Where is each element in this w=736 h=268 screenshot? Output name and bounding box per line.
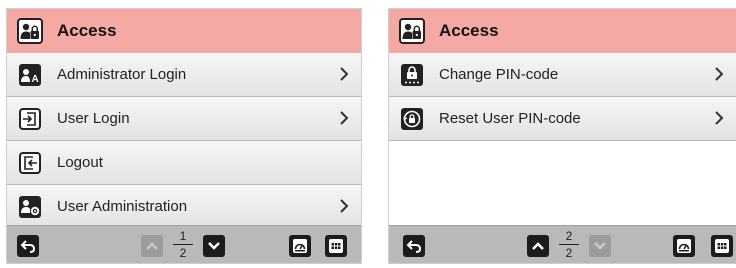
footer-bar: 2 2	[389, 225, 736, 263]
user-lock-icon	[399, 18, 425, 44]
grid-icon	[329, 239, 343, 253]
back-arrow-icon	[406, 240, 422, 253]
menu-item-label: User Administration	[57, 198, 188, 215]
menu-grid-button[interactable]	[711, 235, 733, 257]
admin-login-icon: A	[19, 63, 41, 86]
chevron-right-icon	[714, 110, 724, 131]
menu-list: A Administrator Login User Login Logout …	[7, 53, 361, 229]
chevron-up-icon	[146, 242, 158, 250]
gauge-icon	[293, 239, 307, 253]
page-current: 1	[173, 229, 193, 245]
back-button[interactable]	[17, 235, 39, 257]
login-icon	[19, 107, 41, 130]
gauge-icon	[677, 239, 691, 253]
chevron-down-icon	[594, 242, 606, 250]
menu-item-administrator-login[interactable]: A Administrator Login	[7, 53, 361, 97]
chevron-up-icon	[532, 242, 544, 250]
footer-bar: 1 2	[7, 225, 361, 263]
back-button[interactable]	[403, 235, 425, 257]
menu-item-label: Change PIN-code	[439, 66, 559, 83]
page-total: 2	[565, 246, 573, 260]
menu-item-logout[interactable]: Logout	[7, 141, 361, 185]
page-down-button[interactable]	[203, 235, 225, 257]
access-screen-page-1: Access A Administrator Login User Login …	[6, 8, 362, 264]
menu-item-reset-user-pin-code[interactable]: Reset User PIN-code	[389, 97, 736, 141]
header-bar: Access	[7, 9, 361, 53]
menu-item-label: User Login	[57, 110, 130, 127]
menu-item-label: Administrator Login	[57, 66, 187, 83]
chevron-right-icon	[339, 110, 349, 131]
chevron-right-icon	[339, 66, 349, 87]
chevron-down-icon	[208, 242, 220, 250]
page-total: 2	[179, 246, 187, 260]
header-bar: Access	[389, 9, 736, 53]
menu-grid-button[interactable]	[325, 235, 347, 257]
user-lock-icon	[17, 18, 43, 44]
chevron-right-icon	[339, 198, 349, 219]
page-title: Access	[57, 21, 117, 40]
grid-icon	[715, 239, 729, 253]
menu-item-user-administration[interactable]: User Administration	[7, 185, 361, 229]
dashboard-button[interactable]	[289, 235, 311, 257]
menu-item-user-login[interactable]: User Login	[7, 97, 361, 141]
page-indicator: 1 2	[173, 229, 193, 260]
page-indicator: 2 2	[559, 229, 579, 260]
pin-lock-icon	[401, 63, 423, 86]
page-up-button[interactable]	[527, 235, 549, 257]
chevron-right-icon	[714, 66, 724, 87]
page-current: 2	[559, 229, 579, 245]
page-down-button[interactable]	[589, 235, 611, 257]
menu-list: Change PIN-code Reset User PIN-code	[389, 53, 736, 141]
access-screen-page-2: Access Change PIN-code Reset User PIN-co…	[388, 8, 736, 264]
page-up-button[interactable]	[141, 235, 163, 257]
page-title: Access	[439, 21, 499, 40]
svg-text:A: A	[32, 74, 39, 85]
back-arrow-icon	[20, 240, 36, 253]
menu-item-label: Logout	[57, 154, 103, 171]
menu-item-change-pin-code[interactable]: Change PIN-code	[389, 53, 736, 97]
menu-item-label: Reset User PIN-code	[439, 110, 581, 127]
dashboard-button[interactable]	[673, 235, 695, 257]
user-settings-icon	[19, 195, 41, 218]
logout-icon	[19, 151, 41, 174]
reset-lock-icon	[401, 107, 423, 130]
